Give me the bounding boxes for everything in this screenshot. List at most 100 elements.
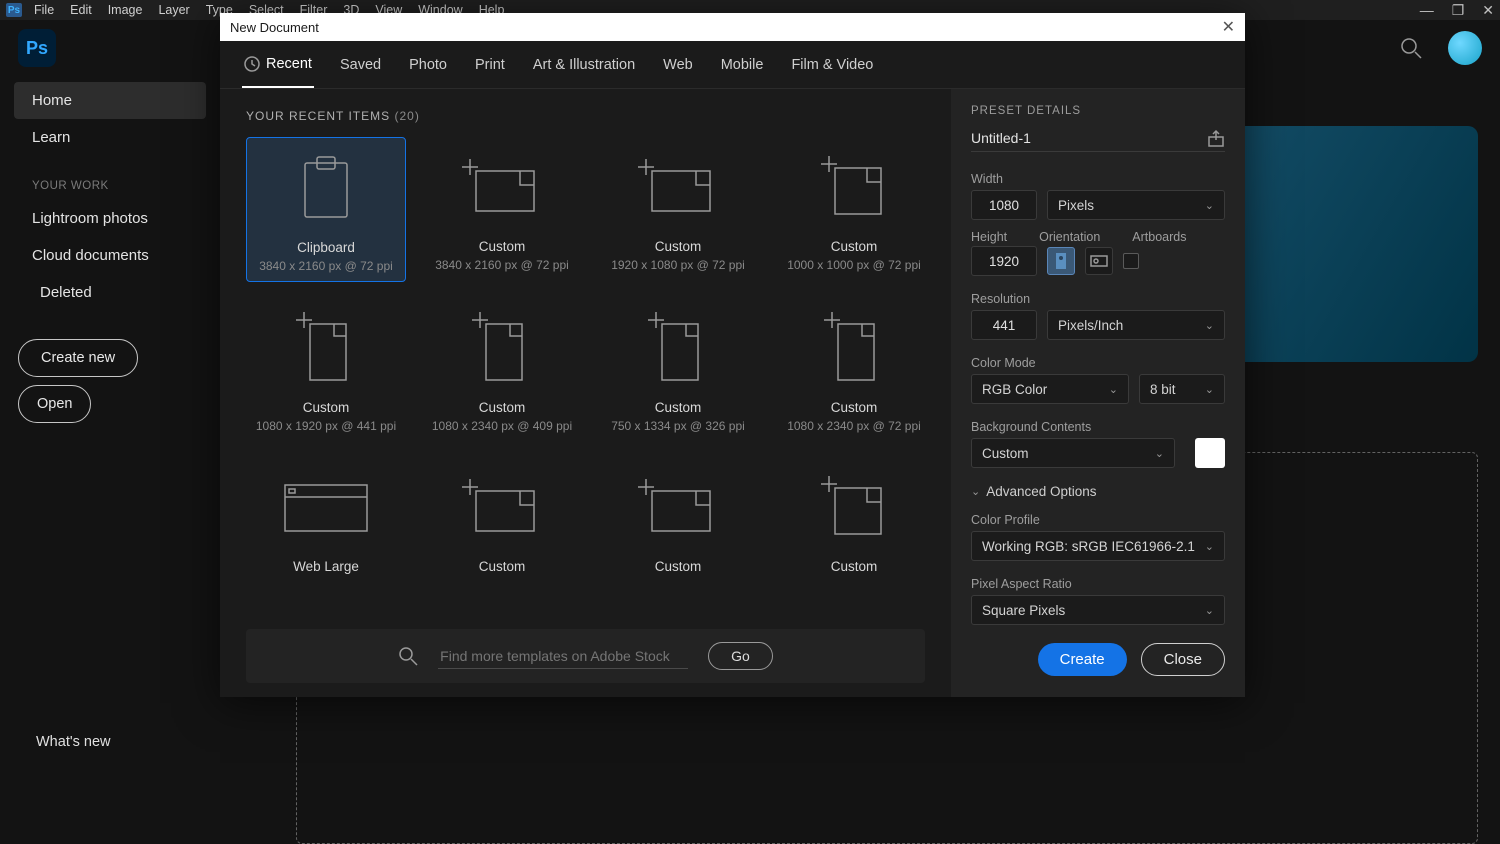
stock-search-input[interactable] [438,644,688,669]
chevron-down-icon: ⌄ [971,485,980,498]
background-label: Background Contents [971,420,1225,434]
tab-photo[interactable]: Photo [407,43,449,87]
search-icon[interactable] [1400,37,1422,59]
preset-card[interactable]: Custom [598,457,758,582]
preset-details: PRESET DETAILS Width Pixels⌄ Height Orie… [951,89,1245,697]
sidebar-item-lightroom[interactable]: Lightroom photos [0,200,220,237]
tab-web[interactable]: Web [661,43,695,87]
sidebar-item-deleted[interactable]: Deleted [0,274,220,311]
landscape-icon [1090,254,1108,268]
preset-thumb [422,298,582,398]
preset-title: Clipboard [297,240,355,255]
preset-card[interactable]: Custom3840 x 2160 px @ 72 ppi [422,137,582,282]
color-profile-select[interactable]: Working RGB: sRGB IEC61966-2.1⌄ [971,531,1225,561]
orientation-portrait-button[interactable] [1047,247,1075,275]
tab-film[interactable]: Film & Video [789,43,875,87]
sidebar-item-learn[interactable]: Learn [0,119,220,156]
menu-image[interactable]: Image [108,3,143,17]
dialog-titlebar: New Document ✕ [220,13,1245,41]
preset-card[interactable]: Custom [774,457,934,582]
width-label: Width [971,172,1225,186]
recent-heading-label: YOUR RECENT ITEMS [246,109,390,123]
preset-title: Custom [479,559,526,574]
color-profile-label: Color Profile [971,513,1225,527]
preset-card[interactable]: Custom1080 x 2340 px @ 409 ppi [422,298,582,441]
tab-recent[interactable]: Recent [242,42,314,88]
preset-thumb [774,457,934,557]
portrait-icon [1054,252,1068,270]
minimize-icon[interactable]: — [1420,2,1434,19]
avatar[interactable] [1448,31,1482,65]
preset-card[interactable]: Custom1080 x 1920 px @ 441 ppi [246,298,406,441]
preset-name-input[interactable] [971,130,1197,146]
close-window-icon[interactable]: ✕ [1482,2,1494,19]
preset-card[interactable]: Web Large [246,457,406,582]
whats-new-link[interactable]: What's new [36,734,111,750]
dialog-close-icon[interactable]: ✕ [1222,17,1235,37]
preset-subtitle: 1920 x 1080 px @ 72 ppi [611,258,745,272]
preset-title: Custom [655,559,702,574]
preset-title: Web Large [293,559,359,574]
tab-mobile[interactable]: Mobile [719,43,766,87]
preset-card[interactable]: Custom750 x 1334 px @ 326 ppi [598,298,758,441]
height-field[interactable] [971,246,1037,276]
tab-recent-label: Recent [266,56,312,72]
preset-title: Custom [655,239,702,254]
preset-title: Custom [303,400,350,415]
preset-thumb [774,298,934,398]
artboards-checkbox[interactable] [1123,253,1139,269]
dialog-title-label: New Document [230,20,319,35]
preset-card[interactable]: Custom 1920 x 1080 px @ 72 ppi [598,137,758,282]
resolution-field[interactable] [971,310,1037,340]
sidebar-item-home[interactable]: Home [14,82,206,119]
preset-card[interactable]: Custom1000 x 1000 px @ 72 ppi [774,137,934,282]
recent-heading: YOUR RECENT ITEMS (20) [246,109,925,123]
preset-thumb [422,457,582,557]
orientation-label: Orientation [1039,230,1100,244]
create-button[interactable]: Create [1038,643,1127,676]
preset-subtitle: 1000 x 1000 px @ 72 ppi [787,258,921,272]
preset-thumb [598,457,758,557]
go-button[interactable]: Go [708,642,773,670]
new-document-dialog: New Document ✕ Recent Saved Photo Print … [220,13,1245,697]
ps-badge: Ps [6,3,22,17]
tab-saved[interactable]: Saved [338,43,383,87]
artboards-label: Artboards [1132,230,1186,244]
export-icon[interactable] [1207,129,1225,147]
resolution-unit-select[interactable]: Pixels/Inch⌄ [1047,310,1225,340]
preset-card[interactable]: Clipboard 3840 x 2160 px @ 72 ppi [246,137,406,282]
colormode-label: Color Mode [971,356,1225,370]
advanced-options-toggle[interactable]: ⌄ Advanced Options [971,484,1225,499]
close-button[interactable]: Close [1141,643,1225,676]
orientation-landscape-button[interactable] [1085,247,1113,275]
background-color-swatch[interactable] [1195,438,1225,468]
preset-card[interactable]: Custom [422,457,582,582]
clock-icon [244,56,260,72]
pixel-aspect-label: Pixel Aspect Ratio [971,577,1225,591]
maximize-icon[interactable]: ❐ [1452,2,1465,19]
preset-title: Custom [831,400,878,415]
colormode-select[interactable]: RGB Color⌄ [971,374,1129,404]
width-field[interactable] [971,190,1037,220]
menu-layer[interactable]: Layer [158,3,189,17]
menu-file[interactable]: File [34,3,54,17]
preset-thumb [774,137,934,237]
preset-thumb [247,138,405,238]
open-button[interactable]: Open [18,385,91,423]
preset-thumb [422,137,582,237]
sidebar-section-your-work: YOUR WORK [0,156,220,200]
tab-art[interactable]: Art & Illustration [531,43,637,87]
bitdepth-select[interactable]: 8 bit⌄ [1139,374,1225,404]
menu-edit[interactable]: Edit [70,3,92,17]
preset-thumb [598,137,758,237]
tab-print[interactable]: Print [473,43,507,87]
sidebar-item-cloud[interactable]: Cloud documents [0,237,220,274]
background-select[interactable]: Custom⌄ [971,438,1175,468]
pixel-aspect-select[interactable]: Square Pixels⌄ [971,595,1225,625]
preset-subtitle: 750 x 1334 px @ 326 ppi [611,419,745,433]
preset-card[interactable]: Custom1080 x 2340 px @ 72 ppi [774,298,934,441]
width-unit-select[interactable]: Pixels⌄ [1047,190,1225,220]
preset-subtitle: 3840 x 2160 px @ 72 ppi [259,259,393,273]
create-new-button[interactable]: Create new [18,339,138,377]
preset-subtitle: 3840 x 2160 px @ 72 ppi [435,258,569,272]
